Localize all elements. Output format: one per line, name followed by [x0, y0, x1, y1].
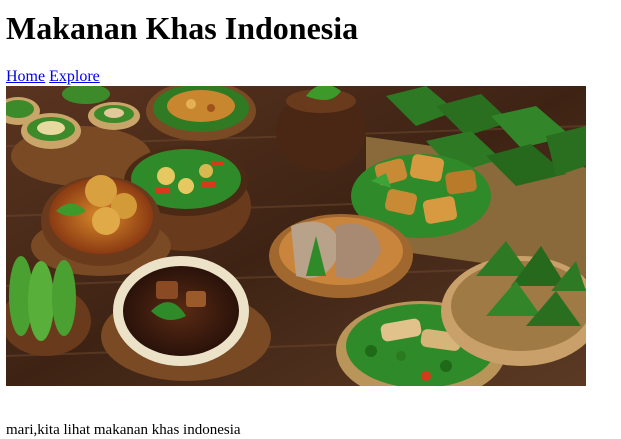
caption-text: mari,kita lihat makanan khas indonesia: [6, 422, 241, 438]
nav-link-home[interactable]: Home: [6, 68, 45, 85]
page-title: Makanan Khas Indonesia: [6, 10, 359, 46]
nav-link-explore[interactable]: Explore: [49, 68, 100, 85]
clay-pot: [276, 86, 366, 171]
hero-image: [6, 86, 586, 386]
pepes-plate: [269, 214, 413, 298]
food-spread-illustration: [6, 86, 586, 386]
nav-links: Home Explore: [6, 68, 100, 86]
